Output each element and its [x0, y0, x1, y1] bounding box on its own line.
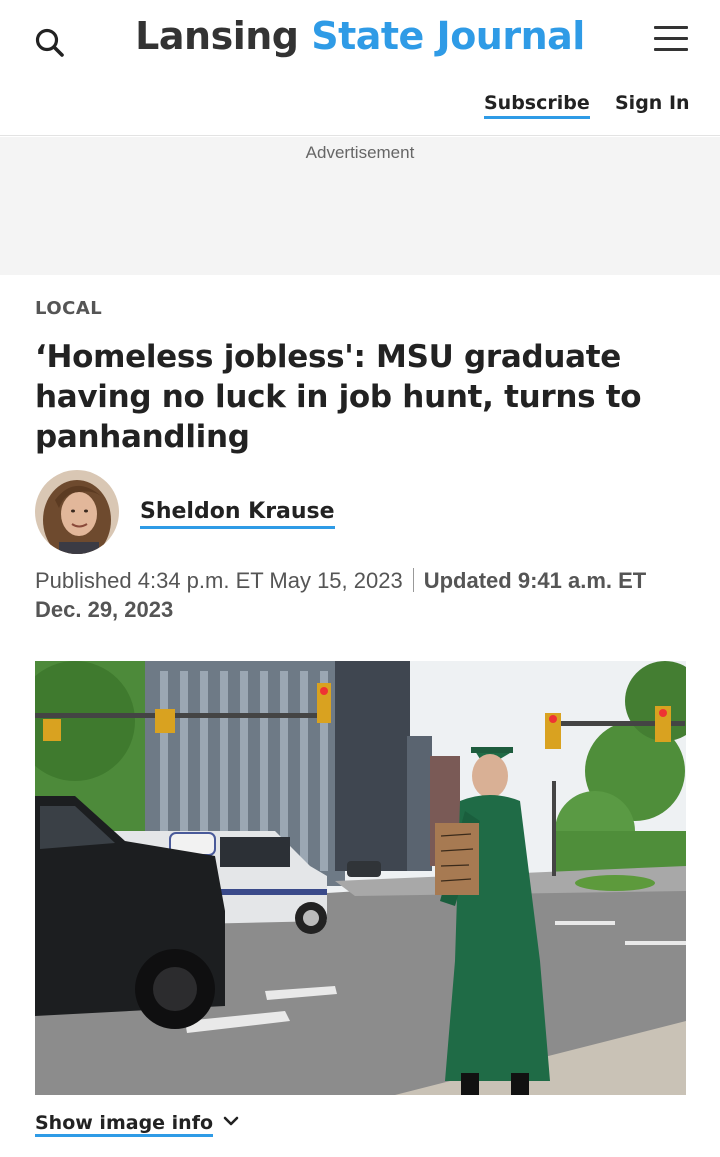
show-image-info-button[interactable]: Show image info	[35, 1108, 239, 1137]
section-label[interactable]: LOCAL	[35, 298, 102, 319]
logo-text-state-journal: State Journal	[311, 14, 585, 58]
chevron-down-icon	[223, 1108, 239, 1134]
site-logo[interactable]: Lansing State Journal	[0, 14, 720, 58]
sign-in-link[interactable]: Sign In	[615, 90, 690, 116]
article-photo[interactable]	[35, 661, 686, 1095]
advertisement-slot[interactable]: Advertisement	[0, 137, 720, 275]
published-date: Published 4:34 p.m. ET May 15, 2023	[35, 568, 403, 593]
logo-text-lansing: Lansing	[135, 14, 299, 58]
author-link[interactable]: Sheldon Krause	[140, 498, 335, 529]
hamburger-menu-icon[interactable]	[654, 26, 690, 56]
date-divider	[412, 568, 414, 592]
subscribe-link[interactable]: Subscribe	[484, 90, 590, 119]
site-header: Lansing State Journal Subscribe Sign In	[0, 0, 720, 136]
advertisement-label: Advertisement	[305, 143, 415, 162]
author-avatar[interactable]	[35, 470, 119, 554]
article-headline: ‘Homeless jobless': MSU graduate having …	[35, 339, 642, 455]
show-image-info-label: Show image info	[35, 1112, 214, 1137]
article-dates: Published 4:34 p.m. ET May 15, 2023 Updat…	[35, 566, 685, 624]
